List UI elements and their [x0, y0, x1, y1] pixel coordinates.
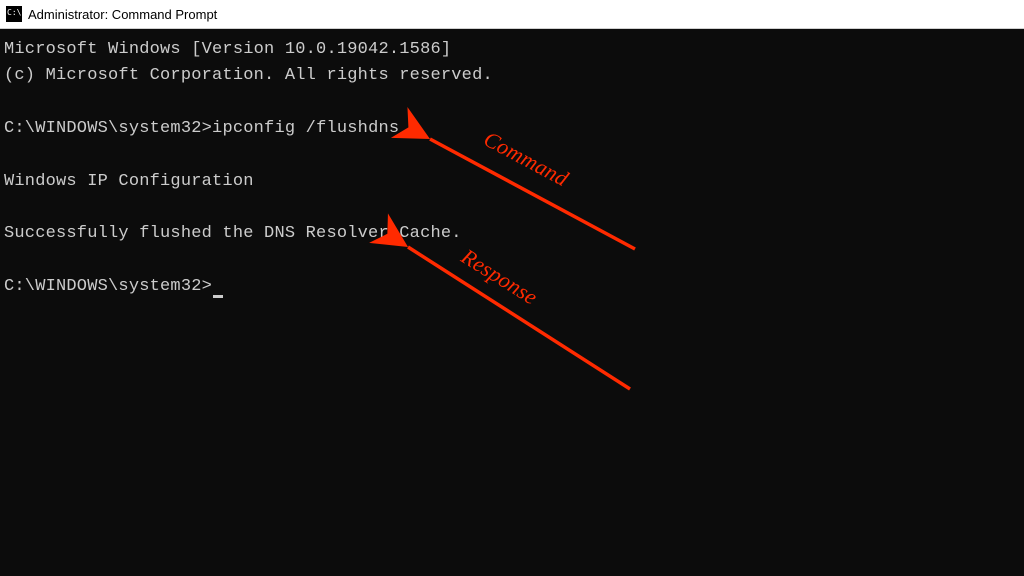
window-title: Administrator: Command Prompt: [28, 7, 217, 22]
blank-line: [4, 248, 1020, 274]
response-line: Successfully flushed the DNS Resolver Ca…: [4, 221, 1020, 247]
command-line: C:\WINDOWS\system32>ipconfig /flushdns: [4, 116, 1020, 142]
section-heading: Windows IP Configuration: [4, 169, 1020, 195]
terminal-area[interactable]: Microsoft Windows [Version 10.0.19042.15…: [0, 29, 1024, 576]
prompt-line-2: C:\WINDOWS\system32>: [4, 274, 1020, 300]
prompt-1: C:\WINDOWS\system32>: [4, 119, 212, 138]
blank-line: [4, 90, 1020, 116]
banner-line-1: Microsoft Windows [Version 10.0.19042.15…: [4, 37, 1020, 63]
blank-line: [4, 195, 1020, 221]
cmd-icon: [6, 6, 22, 22]
cmd-window: Administrator: Command Prompt Microsoft …: [0, 0, 1024, 576]
banner-line-2: (c) Microsoft Corporation. All rights re…: [4, 63, 1020, 89]
entered-command: ipconfig /flushdns: [212, 119, 399, 138]
blank-line: [4, 142, 1020, 168]
titlebar[interactable]: Administrator: Command Prompt: [0, 0, 1024, 29]
prompt-2: C:\WINDOWS\system32>: [4, 277, 212, 296]
cursor: [213, 295, 223, 298]
